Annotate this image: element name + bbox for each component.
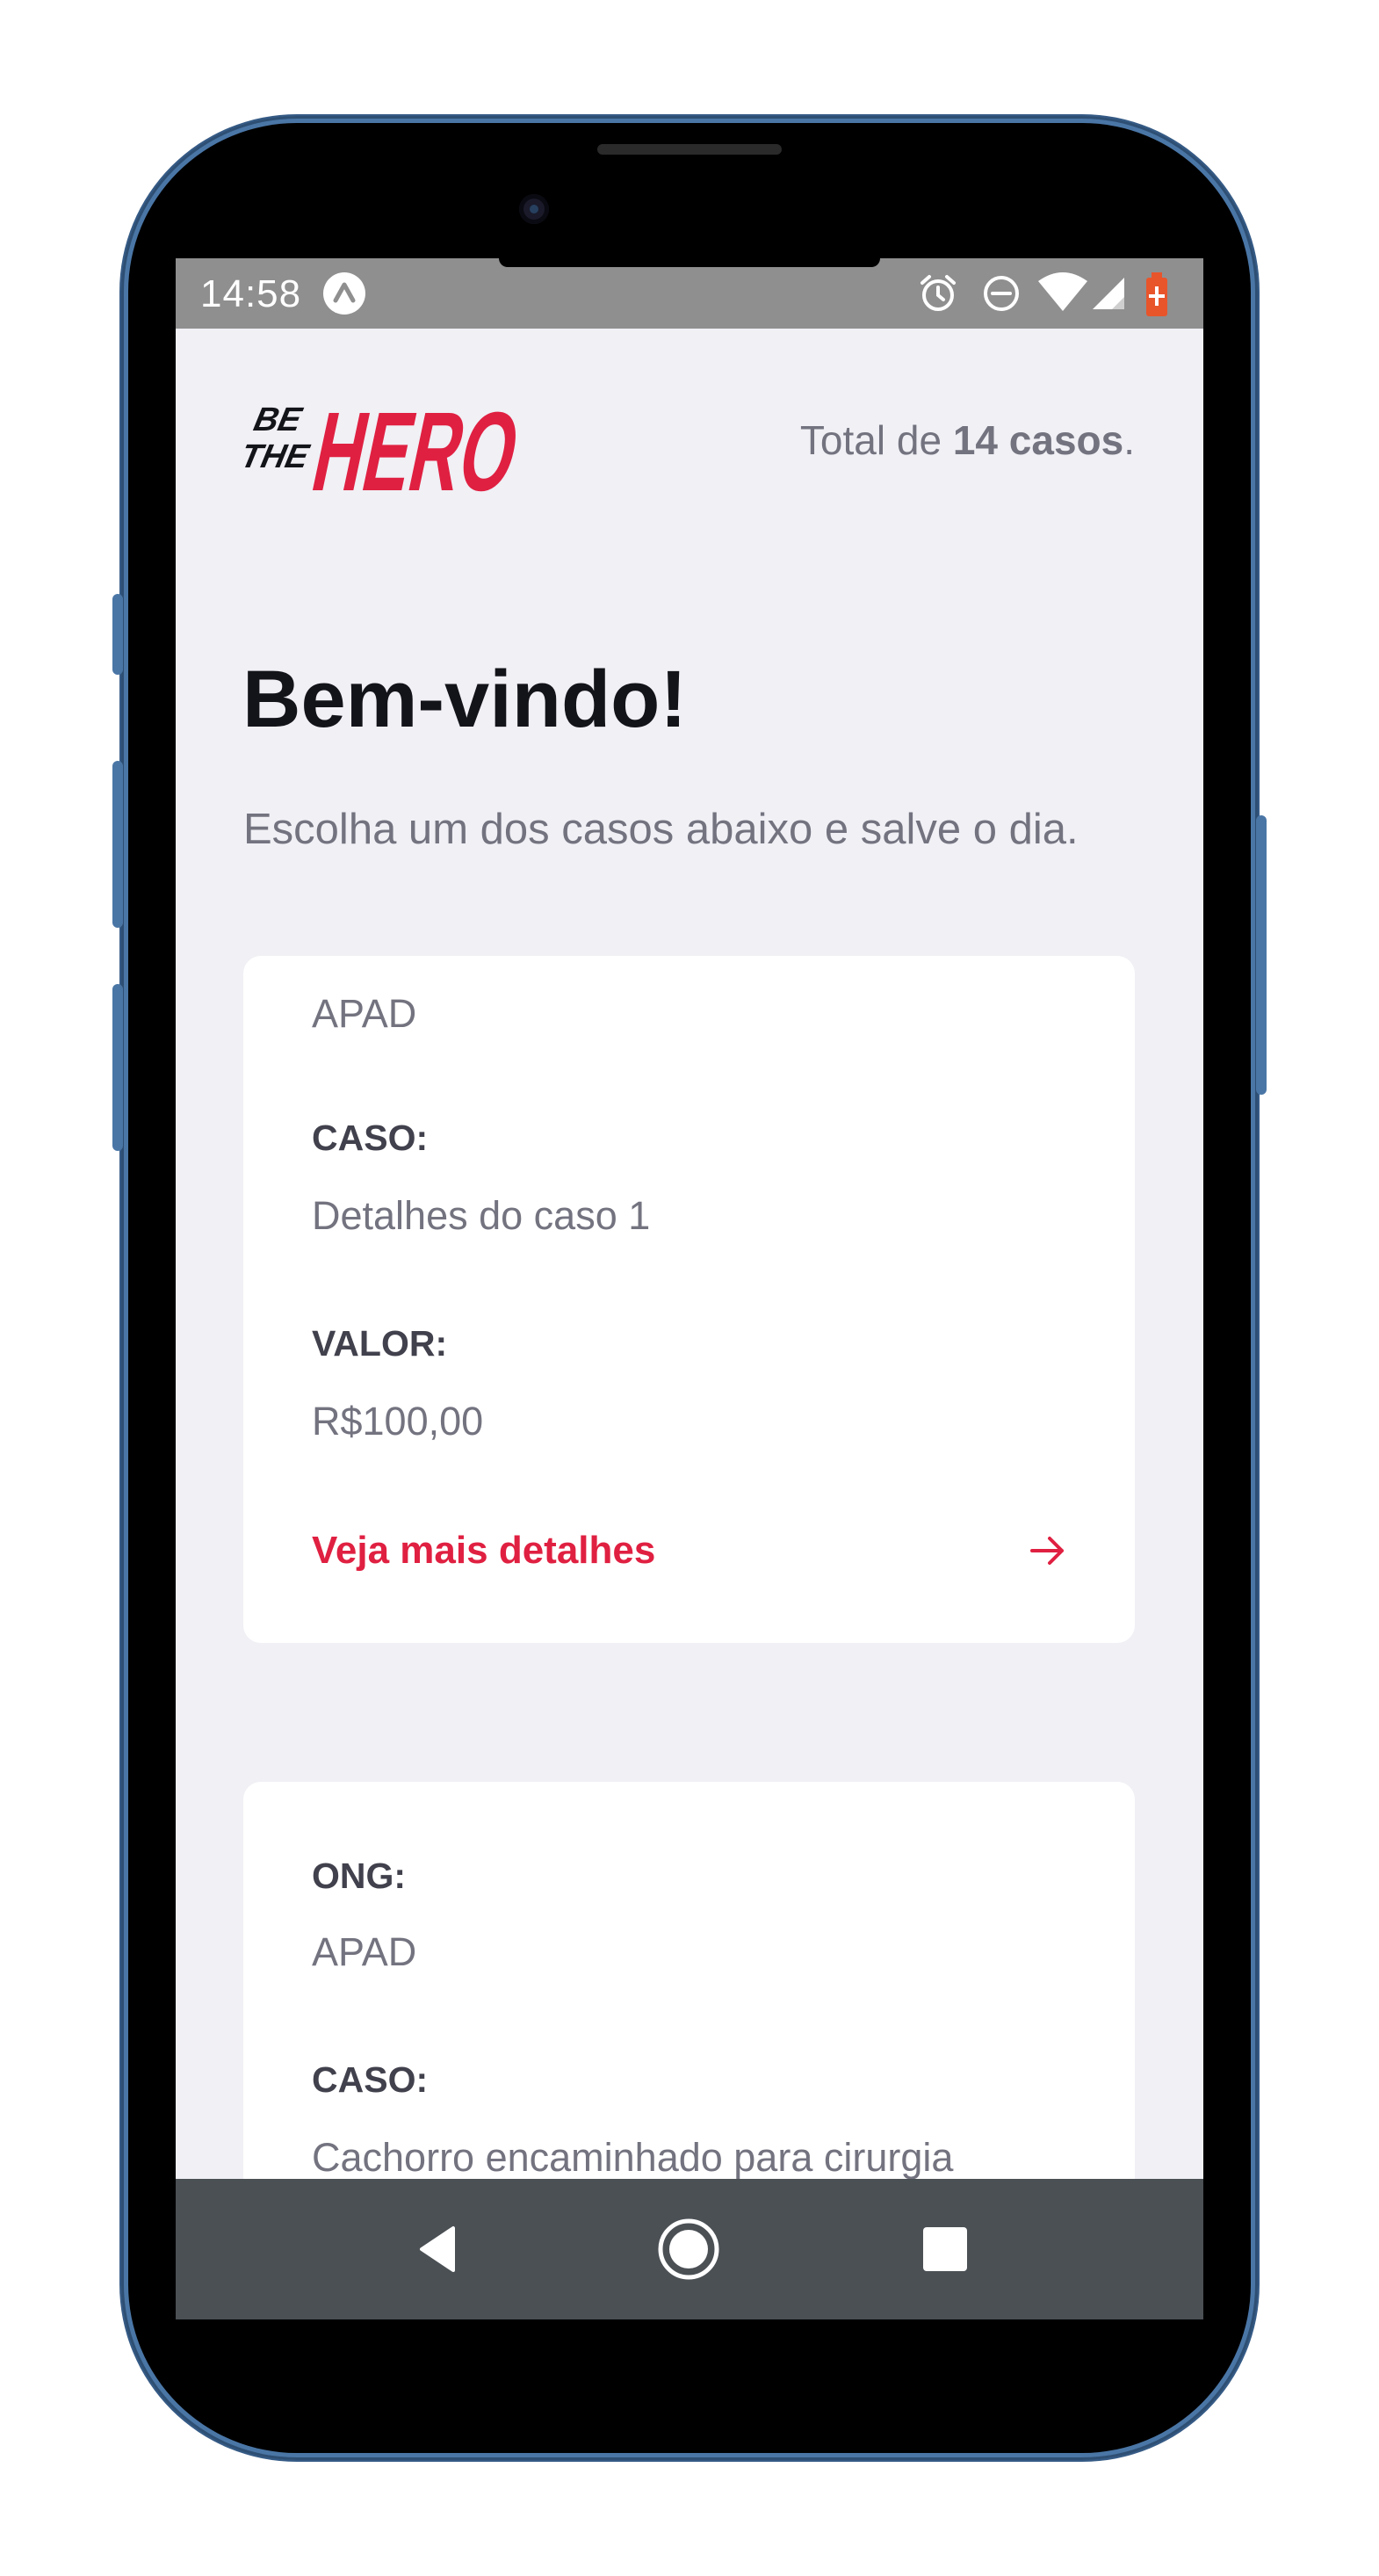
do-not-disturb-icon [984, 276, 1019, 311]
ong-value: APAD [312, 991, 417, 1036]
screen: BE THE HERO Total de 14 casos. Bem-vindo… [176, 258, 1203, 2319]
be-the-hero-logo: BE THE HERO [237, 381, 530, 514]
total-prefix: Total de [799, 417, 953, 463]
power-button [1256, 815, 1267, 1095]
svg-text:BE: BE [250, 401, 306, 438]
battery-icon [1146, 272, 1167, 316]
page-subtitle: Escolha um dos casos abaixo e salve o di… [243, 806, 1079, 853]
system-nav-bar [176, 2179, 1203, 2319]
total-suffix: . [1123, 417, 1135, 463]
value-label: VALOR: [312, 1323, 448, 1364]
home-icon[interactable] [657, 2218, 720, 2281]
wifi-icon [1038, 272, 1087, 311]
alarm-icon [921, 275, 956, 311]
svg-text:THE: THE [242, 438, 314, 475]
app-content[interactable]: BE THE HERO Total de 14 casos. Bem-vindo… [176, 329, 1203, 2319]
volume-down-button [112, 984, 123, 1151]
volume-up-button [112, 761, 123, 928]
case-value: Detalhes do caso 1 [312, 1193, 651, 1238]
signal-icon [1093, 278, 1124, 309]
incident-card: APAD CASO: Detalhes do caso 1 VALOR: R$1… [243, 956, 1135, 1643]
case-label: CASO: [312, 2059, 429, 2100]
ong-value: APAD [312, 1929, 417, 1974]
total-cases: Total de 14 casos. [800, 416, 1135, 464]
details-button[interactable]: Veja mais detalhes [312, 1520, 1067, 1581]
back-icon[interactable] [406, 2218, 469, 2281]
phone-side-button [112, 594, 123, 675]
ong-label: ONG: [312, 1856, 407, 1896]
case-label: CASO: [312, 1118, 429, 1158]
page-title: Bem-vindo! [242, 655, 687, 744]
arrow-right-icon [1030, 1537, 1064, 1565]
details-button-label: Veja mais detalhes [312, 1529, 656, 1572]
total-count: 14 casos [952, 417, 1124, 463]
notch [499, 258, 880, 267]
front-camera [519, 194, 549, 224]
status-bar: 14:58 [176, 258, 1203, 329]
earpiece-speaker [597, 144, 782, 155]
recents-icon[interactable] [913, 2218, 977, 2281]
case-value: Cachorro encaminhado para cirurgia [312, 2135, 954, 2180]
logo-hero-text: HERO [303, 389, 523, 504]
status-time: 14:58 [200, 272, 302, 315]
app-notification-icon [323, 272, 365, 315]
value-amount: R$100,00 [312, 1399, 484, 1444]
